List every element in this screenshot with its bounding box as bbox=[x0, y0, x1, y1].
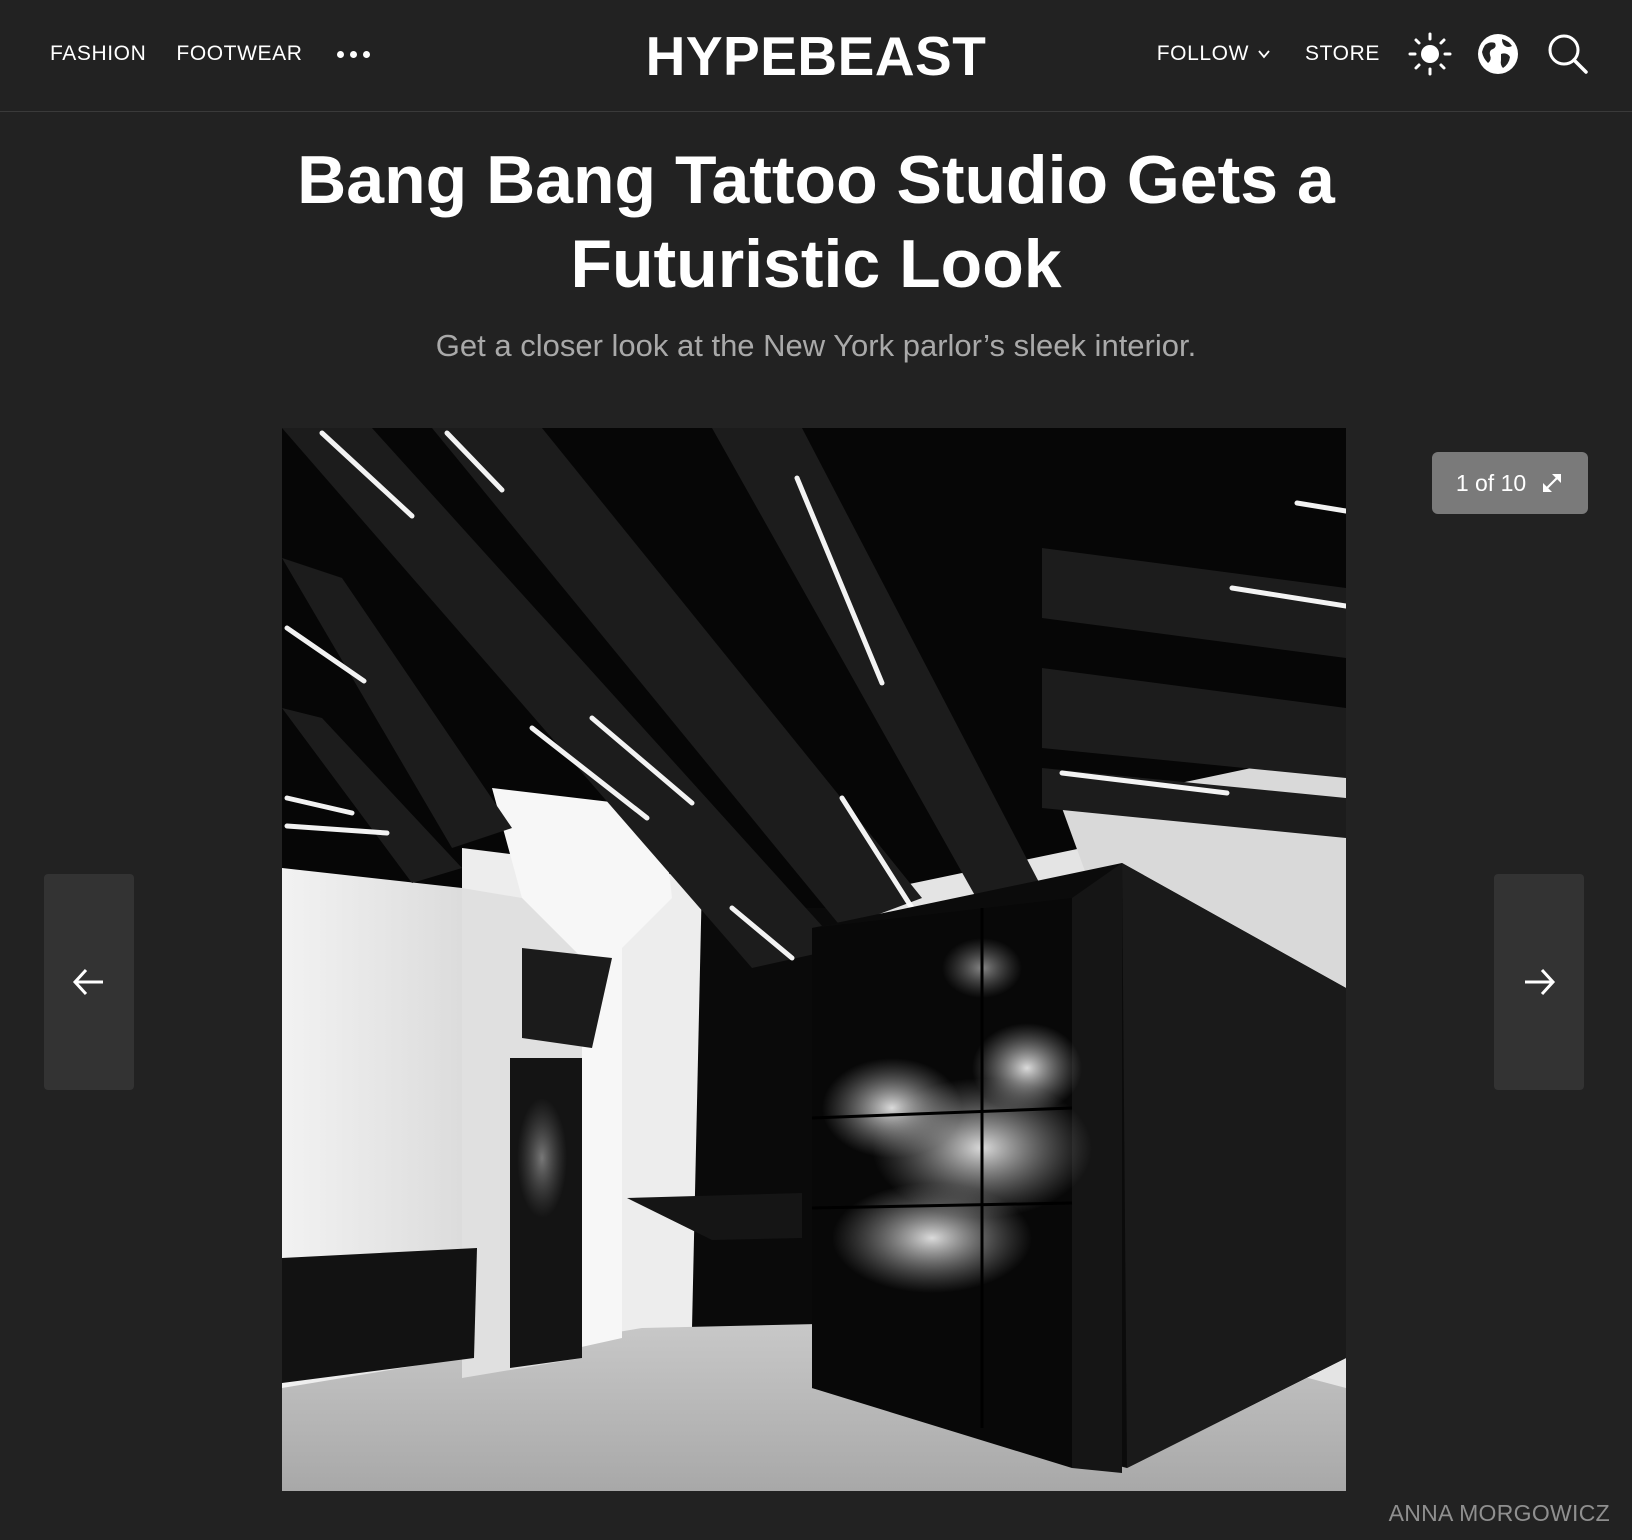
top-navigation-bar: FASHION FOOTWEAR HYPEBEAST FOLLOW STORE bbox=[0, 0, 1632, 112]
gallery-photo[interactable] bbox=[282, 428, 1346, 1491]
article-title: Bang Bang Tattoo Studio Gets a Futuristi… bbox=[297, 142, 1335, 302]
photo-credit: ANNA MORGOWICZ bbox=[1388, 1500, 1610, 1526]
sun-icon[interactable] bbox=[1406, 30, 1454, 78]
article-subtitle: Get a closer look at the New York parlor… bbox=[435, 328, 1197, 363]
expand-icon bbox=[1543, 474, 1562, 492]
arrow-right-icon bbox=[1525, 968, 1556, 996]
gallery-counter-text: 1 of 10 bbox=[1455, 469, 1527, 496]
arrow-left-icon bbox=[72, 968, 103, 996]
globe-icon[interactable] bbox=[1474, 30, 1522, 78]
tattoo-studio-interior-image bbox=[282, 428, 1346, 1491]
follow-dropdown[interactable]: FOLLOW bbox=[1157, 42, 1271, 66]
gallery-prev-button[interactable] bbox=[44, 874, 134, 1090]
gallery-counter[interactable]: 1 of 10 bbox=[1432, 452, 1588, 514]
follow-label: FOLLOW bbox=[1156, 42, 1250, 65]
utility-nav: FOLLOW STORE bbox=[1157, 30, 1592, 78]
gallery-next-button[interactable] bbox=[1494, 874, 1584, 1090]
chevron-down-icon bbox=[1258, 50, 1270, 59]
store-link[interactable]: STORE bbox=[1305, 42, 1380, 66]
search-icon[interactable] bbox=[1544, 30, 1592, 78]
